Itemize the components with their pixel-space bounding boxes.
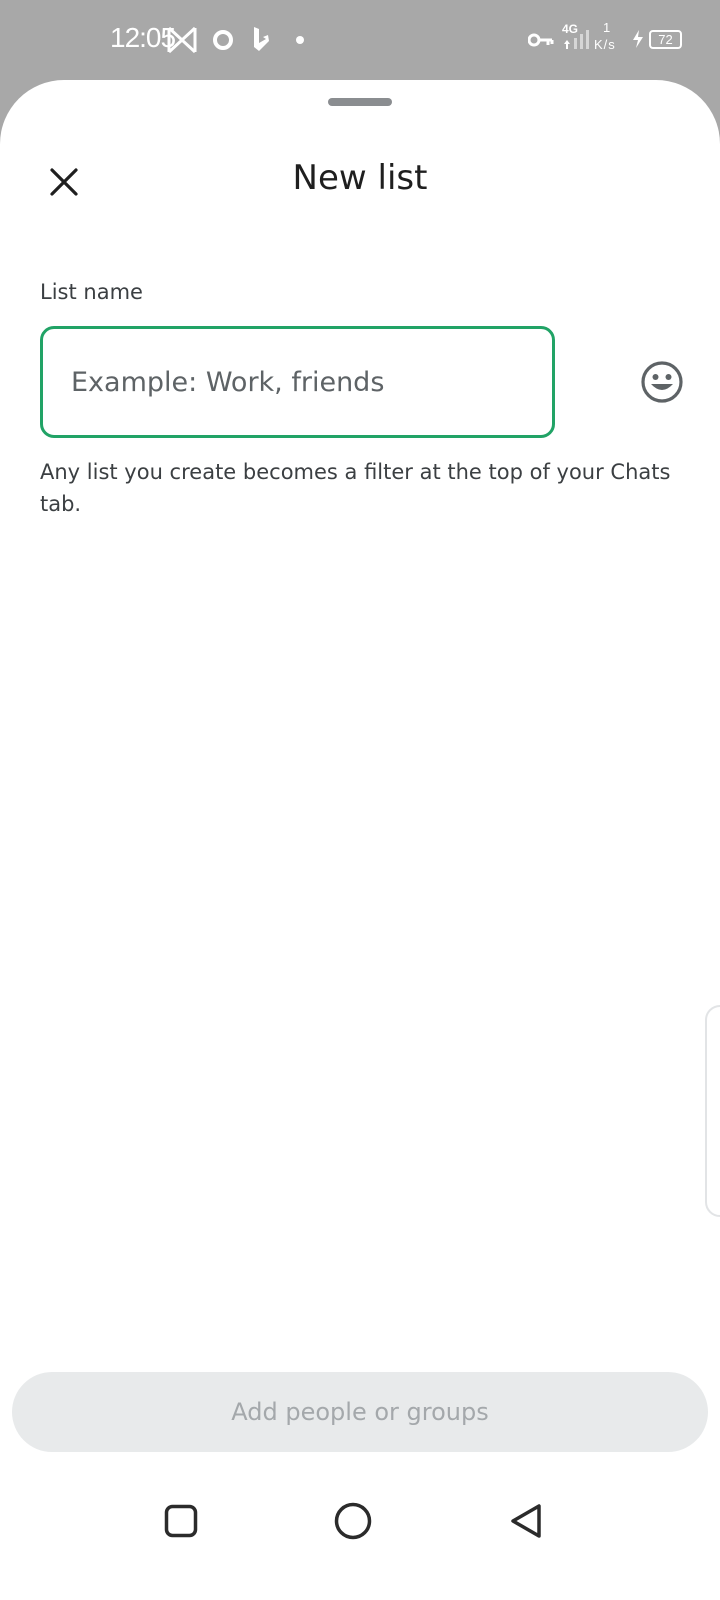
battery-icon: 72 [649,30,682,49]
battery-level: 72 [658,32,673,47]
charging-icon [633,30,643,48]
back-triangle-icon[interactable] [508,1502,544,1540]
notification-icon [167,26,197,54]
home-circle-icon[interactable] [334,1502,372,1540]
new-list-sheet: New list List name Any list you create b… [0,80,720,1600]
navigation-bar [0,1470,720,1600]
signal-icon [564,30,589,49]
recents-square-icon[interactable] [164,1504,198,1538]
dot-icon [296,36,304,44]
emoji-icon[interactable] [640,360,684,404]
network-speed-value: 1 [603,20,611,35]
bing-icon [254,27,269,51]
edge-panel-handle[interactable] [705,1005,720,1217]
list-name-field[interactable] [40,326,555,438]
status-bar: 12:05 4G 1 K/s 72 [0,0,720,80]
add-people-button[interactable]: Add people or groups [12,1372,708,1452]
page-title: New list [292,158,428,198]
network-speed-unit: K/s [594,37,616,52]
helper-text: Any list you create becomes a filter at … [40,460,671,516]
sync-icon [213,30,233,50]
list-name-label: List name [40,280,143,304]
list-name-input[interactable] [71,366,524,398]
drag-handle[interactable] [328,98,392,106]
vpn-key-icon [528,33,554,47]
